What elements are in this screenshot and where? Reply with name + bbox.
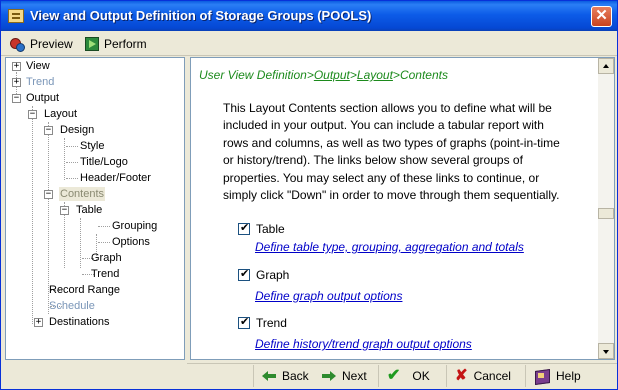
button-separator <box>525 365 526 387</box>
trend-checkbox-label: Trend <box>256 316 287 330</box>
breadcrumb-root: User View Definition> <box>199 68 314 82</box>
toolbar: Preview Perform <box>1 31 617 56</box>
expand-destinations-toggle[interactable]: + <box>34 318 43 327</box>
scroll-thumb[interactable] <box>598 208 614 219</box>
trend-options-link[interactable]: Define history/trend graph output option… <box>255 337 472 351</box>
tree-connector <box>66 146 78 147</box>
scroll-up-button[interactable] <box>598 58 614 74</box>
vertical-scrollbar[interactable] <box>598 57 615 360</box>
main-window: View and Output Definition of Storage Gr… <box>0 0 618 390</box>
title-bar: View and Output Definition of Storage Gr… <box>1 1 617 31</box>
cancel-label: Cancel <box>473 369 511 383</box>
close-icon: ✕ <box>595 7 608 24</box>
tree-item-table[interactable]: Table <box>76 203 102 217</box>
app-icon <box>8 9 24 23</box>
trend-option: Trend <box>238 315 287 330</box>
graph-checkbox-label: Graph <box>256 268 290 282</box>
tree-item-grouping[interactable]: Grouping <box>112 219 157 233</box>
button-bar-divider <box>187 363 617 364</box>
ok-label: OK <box>412 369 430 383</box>
help-label: Help <box>556 369 581 383</box>
tree-connector <box>64 138 65 180</box>
back-button[interactable]: Back <box>256 365 314 387</box>
tree-connector <box>98 226 110 227</box>
collapse-layout-toggle[interactable]: − <box>28 110 37 119</box>
expand-trend-toggle[interactable]: + <box>12 78 21 87</box>
preview-label: Preview <box>30 36 73 51</box>
intro-line: rows and columns, as well as two types o… <box>223 135 560 150</box>
tree-item-contents[interactable]: Contents <box>59 187 106 201</box>
perform-button[interactable]: Perform <box>85 34 147 53</box>
tree-item-destinations[interactable]: Destinations <box>49 315 110 329</box>
intro-line: or history/trend). The links below show … <box>223 153 523 168</box>
help-button[interactable]: Help <box>528 365 588 387</box>
intro-line: properties. You may select any of these … <box>223 170 540 185</box>
breadcrumb-output-link[interactable]: Output <box>314 68 350 82</box>
trend-checkbox[interactable] <box>238 315 250 329</box>
back-arrow-icon <box>262 371 276 381</box>
tree-item-title-logo[interactable]: Title/Logo <box>80 155 128 169</box>
breadcrumb-separator: > <box>392 68 400 82</box>
checkmark-icon: ✔ <box>387 367 401 384</box>
perform-label: Perform <box>104 36 147 51</box>
table-option: Table <box>238 221 285 236</box>
collapse-contents-toggle[interactable]: − <box>44 190 53 199</box>
perform-icon <box>85 36 99 51</box>
navigation-tree: + View + Trend − Output − Layout − Desig… <box>5 57 185 360</box>
cross-icon: ✘ <box>455 367 468 384</box>
ok-button[interactable]: ✔ OK <box>381 365 443 387</box>
tree-connector <box>66 178 78 179</box>
collapse-table-toggle[interactable]: − <box>60 206 69 215</box>
tree-item-view[interactable]: View <box>26 59 50 73</box>
tree-connector <box>66 162 78 163</box>
back-label: Back <box>282 369 309 383</box>
next-button[interactable]: Next <box>316 365 376 387</box>
tree-item-design[interactable]: Design <box>60 123 94 137</box>
tree-item-graph[interactable]: Graph <box>91 251 122 265</box>
preview-button[interactable]: Preview <box>9 34 73 53</box>
expand-view-toggle[interactable]: + <box>12 62 21 71</box>
close-button[interactable]: ✕ <box>591 6 612 27</box>
graph-option: Graph <box>238 267 290 282</box>
help-book-icon <box>534 369 550 383</box>
intro-line: included in your output. You can include… <box>223 118 544 133</box>
graph-checkbox[interactable] <box>238 267 250 281</box>
tree-item-header-footer[interactable]: Header/Footer <box>80 171 151 185</box>
tree-connector <box>32 106 33 324</box>
tree-item-record-range[interactable]: Record Range <box>49 283 120 297</box>
scroll-down-button[interactable] <box>598 343 614 359</box>
window-title: View and Output Definition of Storage Gr… <box>30 8 372 23</box>
collapse-output-toggle[interactable]: − <box>12 94 21 103</box>
breadcrumb-layout-link[interactable]: Layout <box>357 68 393 82</box>
button-separator <box>378 365 379 387</box>
breadcrumb-current: Contents <box>399 68 448 82</box>
tree-item-trend-sub[interactable]: Trend <box>91 267 119 281</box>
breadcrumb: User View Definition>Output>Layout>Conte… <box>199 68 448 82</box>
tree-connector <box>80 218 81 268</box>
cancel-button[interactable]: ✘ Cancel <box>449 365 521 387</box>
table-checkbox[interactable] <box>238 221 250 235</box>
tree-item-trend[interactable]: Trend <box>26 75 54 89</box>
tree-item-options[interactable]: Options <box>112 235 150 249</box>
tree-item-output[interactable]: Output <box>26 91 59 105</box>
intro-line: simply click "Down" in order to move thr… <box>223 188 560 203</box>
table-checkbox-label: Table <box>256 222 285 236</box>
next-arrow-icon <box>322 371 336 381</box>
tree-item-schedule[interactable]: Schedule <box>49 299 95 313</box>
button-separator <box>253 365 254 387</box>
content-pane: User View Definition>Output>Layout>Conte… <box>190 57 598 360</box>
graph-options-link[interactable]: Define graph output options <box>255 289 402 303</box>
intro-line: This Layout Contents section allows you … <box>223 101 552 115</box>
breadcrumb-separator: > <box>349 68 357 82</box>
preview-icon <box>9 36 25 52</box>
tree-item-layout[interactable]: Layout <box>44 107 77 121</box>
next-label: Next <box>342 369 367 383</box>
collapse-design-toggle[interactable]: − <box>44 126 53 135</box>
button-separator <box>446 365 447 387</box>
intro-text: This Layout Contents section allows you … <box>223 100 593 204</box>
tree-item-style[interactable]: Style <box>80 139 104 153</box>
table-options-link[interactable]: Define table type, grouping, aggregation… <box>255 240 524 254</box>
tree-connector <box>98 242 110 243</box>
